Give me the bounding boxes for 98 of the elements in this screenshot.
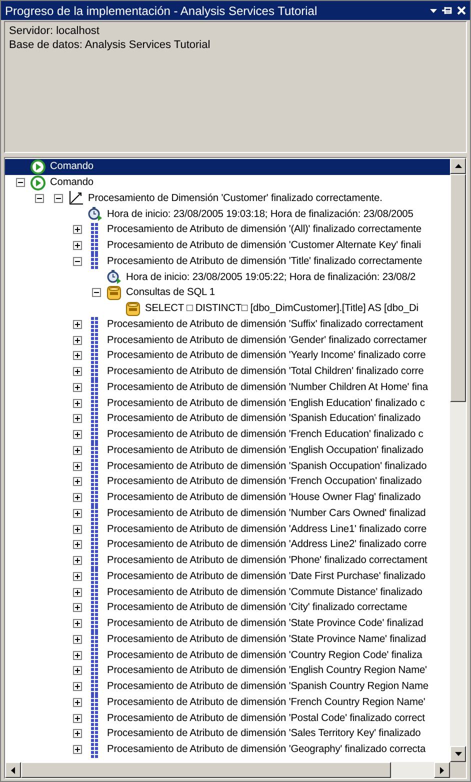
dropdown-icon[interactable] (430, 8, 437, 12)
expand-icon[interactable] (73, 320, 82, 329)
expand-icon[interactable] (73, 714, 82, 723)
up-arrow-icon (454, 164, 462, 168)
collapse-icon[interactable] (92, 288, 101, 298)
tree-item[interactable]: Procesamiento de Atributo de dimensión 'Number Cars Owned' finalizad (5, 506, 450, 522)
tree-item[interactable]: Procesamiento de Atributo de dimensión 'Title' finalizado correctamente (5, 254, 450, 270)
expand-icon[interactable] (73, 367, 82, 376)
expand-icon[interactable] (73, 446, 82, 455)
tree-item[interactable]: Procesamiento de Atributo de dimensión 'Spanish Country Region Name (5, 678, 450, 694)
tree-item[interactable]: Procesamiento de Atributo de dimensión 'Country Region Code' finaliza (5, 647, 450, 663)
tree-item[interactable]: Hora de inicio: 23/08/2005 19:05:22; Hora de finalización: 23/08/2 (5, 269, 450, 285)
scroll-thumb[interactable] (450, 174, 466, 402)
expand-icon[interactable] (73, 508, 82, 518)
tree-item[interactable]: Comando (5, 159, 450, 175)
tree-item[interactable]: Procesamiento de Atributo de dimensión 'Postal Code' finalizado correct (5, 710, 450, 726)
tree-item[interactable]: Procesamiento de Atributo de dimensión 'Sales Territory Key' finalizado (5, 726, 450, 742)
expand-icon[interactable] (73, 619, 82, 628)
expand-icon[interactable] (73, 462, 82, 471)
tree-item[interactable]: Procesamiento de Atributo de dimensión 'French Country Region Name' (5, 694, 450, 710)
horizontal-scrollbar[interactable] (5, 762, 450, 778)
left-arrow-icon (11, 766, 15, 774)
tree-item[interactable]: Procesamiento de Atributo de dimensión 'French Occupation' finalizado (5, 474, 450, 490)
info-text: Base de datos: Analysis Services Tutorial (9, 38, 212, 52)
collapse-icon[interactable] (73, 256, 82, 266)
expand-icon[interactable] (73, 588, 82, 597)
tree-item[interactable]: Procesamiento de Atributo de dimensión 'Suffix' finalizado correctament (5, 316, 450, 332)
tree-item[interactable]: Hora de inicio: 23/08/2005 19:03:18; Hora de finalización: 23/08/2005 (5, 206, 450, 222)
axes-icon (68, 190, 84, 206)
collapse-icon[interactable] (54, 194, 63, 203)
scroll-right-button[interactable] (434, 762, 450, 778)
expand-icon[interactable] (73, 336, 82, 345)
expand-icon[interactable] (73, 414, 82, 424)
expand-icon[interactable] (73, 650, 82, 660)
expand-icon[interactable] (73, 225, 82, 234)
tree-item[interactable]: Procesamiento de Atributo de dimensión 'Geography' finalizado correcta (5, 742, 450, 758)
tree-item[interactable]: SELECT □ DISTINCT□ [dbo_DimCustomer].[Title] AS [dbo_Di (5, 300, 450, 316)
tree-item[interactable]: Procesamiento de Atributo de dimensión 'Date First Purchase' finalizado (5, 568, 450, 584)
tree-item[interactable]: Procesamiento de Atributo de dimensión 'Address Line1' finalizado corre (5, 521, 450, 537)
tree-item[interactable]: Procesamiento de Atributo de dimensión 'Spanish Occupation' finalizado (5, 458, 450, 474)
tree-item[interactable]: Procesamiento de Atributo de dimensión '(All)' finalizado correctamente (5, 222, 450, 238)
expand-icon[interactable] (73, 572, 82, 581)
tree-item[interactable]: Procesamiento de Atributo de dimensión 'Address Line2' finalizado corre (5, 537, 450, 553)
tree-item[interactable]: Procesamiento de Atributo de dimensión 'English Education' finalizado c (5, 395, 450, 411)
right-arrow-icon (440, 766, 444, 774)
stopwatch-icon (106, 269, 122, 286)
tree-item[interactable]: Procesamiento de Atributo de dimensión 'English Occupation' finalizado (5, 442, 450, 458)
expand-icon[interactable] (73, 241, 82, 250)
expand-icon[interactable] (73, 477, 82, 486)
expand-icon[interactable] (73, 430, 82, 440)
expand-icon[interactable] (73, 603, 82, 612)
expand-icon[interactable] (73, 698, 82, 707)
tree-item[interactable]: Procesamiento de Atributo de dimensión 'State Province Name' finalizad (5, 632, 450, 648)
scroll-up-button[interactable] (450, 158, 466, 174)
database-icon (125, 300, 141, 317)
expand-icon[interactable] (73, 745, 82, 754)
tree-item[interactable]: Procesamiento de Atributo de dimensión 'French Education' finalizado c (5, 426, 450, 442)
info-text: Servidor: localhost (9, 24, 100, 38)
expand-icon[interactable] (73, 524, 82, 534)
tree-item[interactable]: Procesamiento de Atributo de dimensión 'State Province Code' finalizad (5, 616, 450, 632)
expand-icon[interactable] (73, 382, 82, 392)
expand-icon[interactable] (73, 682, 82, 692)
tree-item[interactable]: Procesamiento de Dimensión 'Customer' finalizado correctamente. (5, 190, 450, 206)
tree-item[interactable]: Procesamiento de Atributo de dimensión 'Number Children At Home' fina (5, 380, 450, 396)
collapse-icon (35, 194, 44, 203)
collapse-icon[interactable] (16, 178, 25, 188)
expand-icon[interactable] (73, 556, 82, 566)
tree-item[interactable]: Procesamiento de Atributo de dimensión 'Customer Alternate Key' finali (5, 238, 450, 254)
scroll-down-button[interactable] (450, 746, 466, 762)
tree-item[interactable]: Procesamiento de Atributo de dimensión 'City' finalizado correctame (5, 600, 450, 616)
scrollbar-corner (450, 762, 466, 778)
expand-icon[interactable] (73, 634, 82, 644)
close-icon[interactable] (457, 6, 466, 15)
scroll-left-button[interactable] (5, 762, 21, 778)
tree-item[interactable]: Consultas de SQL 1 (5, 285, 450, 301)
expand-icon[interactable] (73, 351, 82, 360)
tree-item[interactable]: Procesamiento de Atributo de dimensión 'English Country Region Name' (5, 663, 450, 679)
tree-item[interactable]: Procesamiento de Atributo de dimensión 'Gender' finalizado correctamer (5, 332, 450, 348)
tree-item[interactable]: Procesamiento de Atributo de dimensión 'Phone' finalizado correctament (5, 552, 450, 568)
vertical-scrollbar[interactable] (450, 158, 466, 762)
expand-icon[interactable] (73, 540, 82, 550)
tree-item[interactable]: Procesamiento de Atributo de dimensión 'Spanish Education' finalizado (5, 411, 450, 427)
expand-icon[interactable] (73, 398, 82, 408)
tree-item[interactable]: Procesamiento de Atributo de dimensión 'Total Children' finalizado corre (5, 364, 450, 380)
tree-item[interactable]: Procesamiento de Atributo de dimensión 'House Owner Flag' finalizado (5, 490, 450, 506)
tree-item[interactable]: Procesamiento de Atributo de dimensión 'Commute Distance' finalizado (5, 584, 450, 600)
window-title: Progreso de la implementación - Analysis Services Tutorial (5, 2, 318, 20)
stopwatch-icon (87, 206, 103, 222)
down-arrow-icon (454, 752, 462, 756)
expand-icon[interactable] (73, 666, 82, 676)
pin-icon[interactable] (442, 6, 452, 15)
play-circle-icon (30, 174, 46, 191)
tree-item[interactable]: Comando (5, 174, 450, 190)
expand-icon[interactable] (73, 729, 82, 738)
database-icon (106, 284, 122, 301)
expand-icon[interactable] (73, 493, 82, 502)
scroll-thumb[interactable] (21, 762, 391, 778)
tree-item[interactable]: Procesamiento de Atributo de dimensión 'Yearly Income' finalizado corre (5, 348, 450, 364)
